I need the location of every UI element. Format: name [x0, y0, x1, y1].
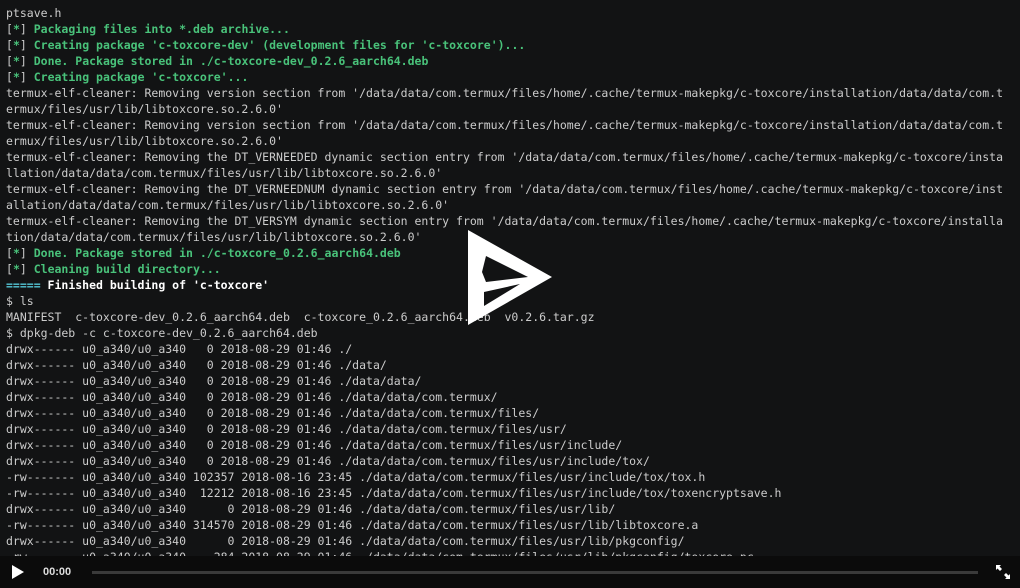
- fullscreen-icon[interactable]: [996, 565, 1010, 579]
- terminal-line: drwx------ u0_a340/u0_a340 0 2018-08-29 …: [6, 373, 1014, 389]
- terminal-text: Cleaning build directory...: [33, 262, 221, 276]
- terminal-text: [: [6, 70, 13, 84]
- terminal-text: drwx------ u0_a340/u0_a340 0 2018-08-29 …: [6, 406, 540, 420]
- terminal-text: Creating package 'c-toxcore'...: [33, 70, 249, 84]
- terminal-text: termux-elf-cleaner: Removing the DT_VERN…: [6, 182, 1003, 196]
- terminal-text: ]: [19, 38, 34, 52]
- terminal-text: *: [12, 246, 20, 260]
- terminal-text: *: [12, 262, 20, 276]
- terminal-line: drwx------ u0_a340/u0_a340 0 2018-08-29 …: [6, 533, 1014, 549]
- terminal-text: ermux/files/usr/lib/libtoxcore.so.2.6.0': [6, 102, 283, 116]
- terminal-text: *: [12, 38, 20, 52]
- terminal-text: -rw------- u0_a340/u0_a340 102357 2018-0…: [6, 470, 706, 484]
- terminal-line: drwx------ u0_a340/u0_a340 0 2018-08-29 …: [6, 501, 1014, 517]
- time-display: 00:00: [43, 566, 72, 578]
- terminal-line: drwx------ u0_a340/u0_a340 0 2018-08-29 …: [6, 357, 1014, 373]
- terminal-text: allation/data/data/com.termux/files/usr/…: [6, 198, 450, 212]
- terminal-text: ]: [19, 70, 34, 84]
- terminal-line: drwx------ u0_a340/u0_a340 0 2018-08-29 …: [6, 405, 1014, 421]
- terminal-line: llation/data/data/com.termux/files/usr/l…: [6, 165, 1014, 181]
- terminal-text: [: [6, 246, 13, 260]
- terminal-line: termux-elf-cleaner: Removing the DT_VERN…: [6, 149, 1014, 165]
- terminal-line: -rw------- u0_a340/u0_a340 12212 2018-08…: [6, 485, 1014, 501]
- terminal-text: tion/data/data/com.termux/files/usr/lib/…: [6, 230, 422, 244]
- terminal-text: ]: [19, 54, 34, 68]
- terminal-line: drwx------ u0_a340/u0_a340 0 2018-08-29 …: [6, 389, 1014, 405]
- terminal-text: -rw------- u0_a340/u0_a340 12212 2018-08…: [6, 486, 782, 500]
- terminal-text: drwx------ u0_a340/u0_a340 0 2018-08-29 …: [6, 454, 650, 468]
- terminal-line: drwx------ u0_a340/u0_a340 0 2018-08-29 …: [6, 437, 1014, 453]
- terminal-text: ]: [19, 262, 34, 276]
- terminal-line: [*] Packaging files into *.deb archive..…: [6, 21, 1014, 37]
- terminal-line: -rw------- u0_a340/u0_a340 314570 2018-0…: [6, 517, 1014, 533]
- terminal-line: ermux/files/usr/lib/libtoxcore.so.2.6.0': [6, 133, 1014, 149]
- terminal-text: -rw------- u0_a340/u0_a340 314570 2018-0…: [6, 518, 699, 532]
- terminal-text: *: [12, 22, 20, 36]
- terminal-text: llation/data/data/com.termux/files/usr/l…: [6, 166, 443, 180]
- terminal-line: drwx------ u0_a340/u0_a340 0 2018-08-29 …: [6, 453, 1014, 469]
- terminal-text: termux-elf-cleaner: Removing version sec…: [6, 86, 1003, 100]
- terminal-text: ptsave.h: [6, 6, 62, 20]
- terminal-text: drwx------ u0_a340/u0_a340 0 2018-08-29 …: [6, 358, 387, 372]
- terminal-text: $ dpkg-deb -c c-toxcore-dev_0.2.6_aarch6…: [6, 326, 318, 340]
- terminal-text: termux-elf-cleaner: Removing the DT_VERN…: [6, 150, 1003, 164]
- terminal-text: ermux/files/usr/lib/libtoxcore.so.2.6.0': [6, 134, 283, 148]
- terminal-line: ptsave.h: [6, 5, 1014, 21]
- progress-bar[interactable]: [92, 571, 978, 574]
- terminal-line: termux-elf-cleaner: Removing the DT_VERS…: [6, 213, 1014, 229]
- big-play-icon[interactable]: [468, 230, 552, 325]
- terminal-text: [: [6, 22, 13, 36]
- terminal-line: -rw------- u0_a340/u0_a340 284 2018-08-2…: [6, 549, 1014, 556]
- terminal-line: $ dpkg-deb -c c-toxcore-dev_0.2.6_aarch6…: [6, 325, 1014, 341]
- terminal-text: Done. Package stored in ./c-toxcore-dev_…: [33, 54, 429, 68]
- terminal-text: Packaging files into *.deb archive...: [33, 22, 290, 36]
- terminal-line: termux-elf-cleaner: Removing the DT_VERN…: [6, 181, 1014, 197]
- terminal-text: termux-elf-cleaner: Removing the DT_VERS…: [6, 214, 1003, 228]
- terminal-line: -rw------- u0_a340/u0_a340 102357 2018-0…: [6, 469, 1014, 485]
- terminal-text: drwx------ u0_a340/u0_a340 0 2018-08-29 …: [6, 390, 498, 404]
- terminal-line: drwx------ u0_a340/u0_a340 0 2018-08-29 …: [6, 341, 1014, 357]
- play-icon[interactable]: [10, 564, 26, 580]
- terminal-line: termux-elf-cleaner: Removing version sec…: [6, 117, 1014, 133]
- terminal-text: $ ls: [6, 294, 34, 308]
- terminal-text: drwx------ u0_a340/u0_a340 0 2018-08-29 …: [6, 422, 567, 436]
- terminal-text: *: [12, 70, 20, 84]
- terminal-line: [*] Creating package 'c-toxcore-dev' (de…: [6, 37, 1014, 53]
- terminal-line: ermux/files/usr/lib/libtoxcore.so.2.6.0': [6, 101, 1014, 117]
- terminal-text: [: [6, 262, 13, 276]
- terminal-text: [: [6, 38, 13, 52]
- terminal-line: drwx------ u0_a340/u0_a340 0 2018-08-29 …: [6, 421, 1014, 437]
- terminal-text: Done. Package stored in ./c-toxcore_0.2.…: [33, 246, 401, 260]
- terminal-line: [*] Done. Package stored in ./c-toxcore-…: [6, 53, 1014, 69]
- terminal-line: [*] Creating package 'c-toxcore'...: [6, 69, 1014, 85]
- terminal-text: drwx------ u0_a340/u0_a340 0 2018-08-29 …: [6, 502, 616, 516]
- terminal-text: =====: [6, 278, 48, 292]
- terminal-text: termux-elf-cleaner: Removing version sec…: [6, 118, 1003, 132]
- terminal-text: ]: [19, 246, 34, 260]
- terminal-text: drwx------ u0_a340/u0_a340 0 2018-08-29 …: [6, 534, 685, 548]
- terminal-text: drwx------ u0_a340/u0_a340 0 2018-08-29 …: [6, 438, 623, 452]
- terminal-text: drwx------ u0_a340/u0_a340 0 2018-08-29 …: [6, 342, 353, 356]
- terminal-text: [: [6, 54, 13, 68]
- terminal-text: Creating package 'c-toxcore-dev' (develo…: [33, 38, 526, 52]
- terminal-text: Finished building of 'c-toxcore': [47, 278, 270, 292]
- terminal-line: termux-elf-cleaner: Removing version sec…: [6, 85, 1014, 101]
- terminal-text: drwx------ u0_a340/u0_a340 0 2018-08-29 …: [6, 374, 422, 388]
- terminal-text: ]: [19, 22, 34, 36]
- terminal-text: *: [12, 54, 20, 68]
- terminal-line: allation/data/data/com.termux/files/usr/…: [6, 197, 1014, 213]
